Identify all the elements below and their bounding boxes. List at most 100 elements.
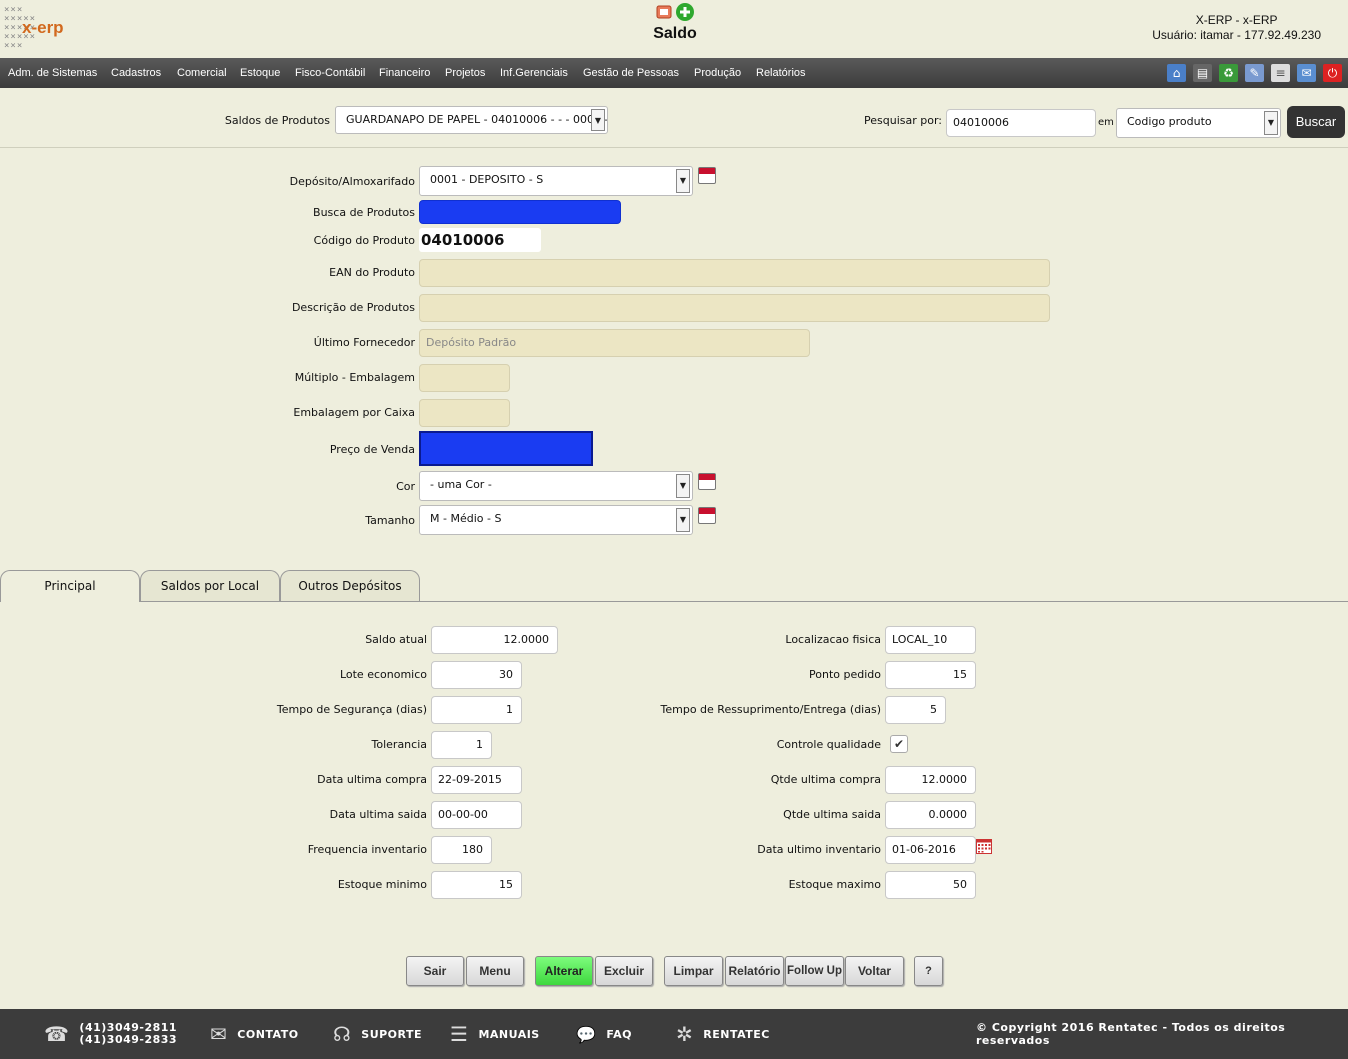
search-field-select[interactable]: Codigo produto ▼	[1116, 108, 1281, 138]
cor-select[interactable]: - uma Cor - ▼	[419, 471, 693, 501]
estoque-minimo-input[interactable]: 15	[431, 871, 522, 899]
localizacao-fisica-input[interactable]: LOCAL_10	[885, 626, 976, 654]
menu-relatorios[interactable]: Relatórios	[756, 67, 806, 79]
produtos-select[interactable]: GUARDANAPO DE PAPEL - 04010006 - - - 000…	[335, 106, 608, 134]
page-icons	[656, 2, 696, 27]
controle-qualidade-checkbox[interactable]: ✔	[890, 735, 908, 753]
pesquisar-label: Pesquisar por:	[864, 114, 942, 127]
limpar-button[interactable]: Limpar	[664, 956, 723, 986]
menu-projetos[interactable]: Projetos	[445, 67, 485, 79]
qtde-ultima-compra-input[interactable]: 12.0000	[885, 766, 976, 794]
qtde-ultima-compra-label: Qtde ultima compra	[770, 773, 881, 786]
faq-label: FAQ	[606, 1027, 633, 1041]
qtde-ultima-saida-label: Qtde ultima saida	[783, 808, 881, 821]
x-erp-logo[interactable]: ××× ××××× ××××× ××××× ××× x-erp	[4, 6, 64, 51]
help-button[interactable]: ?	[914, 956, 943, 986]
tamanho-select[interactable]: M - Médio - S ▼	[419, 505, 693, 535]
recycle-icon[interactable]: ♻	[1219, 64, 1238, 82]
buscar-button[interactable]: Buscar	[1287, 106, 1345, 138]
preco-venda-label: Preço de Venda	[329, 443, 415, 456]
busca-produtos-input[interactable]	[419, 200, 621, 224]
menu-adm-sistemas[interactable]: Adm. de Sistemas	[8, 67, 97, 79]
tab-saldos-por-local[interactable]: Saldos por Local	[140, 570, 280, 602]
rentatec-label: RENTATEC	[703, 1027, 770, 1041]
chevron-down-icon[interactable]: ▼	[676, 474, 690, 498]
footer-manuais[interactable]: ☰ MANUAIS	[450, 1009, 540, 1059]
menu-producao[interactable]: Produção	[694, 67, 741, 79]
em-label: em	[1098, 117, 1114, 128]
tempo-seguranca-input[interactable]: 1	[431, 696, 522, 724]
sair-button[interactable]: Sair	[406, 956, 464, 986]
tempo-ressuprimento-input[interactable]: 5	[885, 696, 946, 724]
data-ultima-compra-label: Data ultima compra	[317, 773, 427, 786]
preco-venda-input[interactable]	[419, 431, 593, 466]
tolerancia-input[interactable]: 1	[431, 731, 492, 759]
system-name: X-ERP - x-ERP	[1195, 13, 1278, 27]
print-icon[interactable]: ▤	[1193, 64, 1212, 82]
cor-label: Cor	[396, 480, 415, 493]
footer-contato[interactable]: ✉ CONTATO	[210, 1009, 299, 1059]
report-add-icon[interactable]	[656, 2, 696, 24]
menu-financeiro[interactable]: Financeiro	[379, 67, 430, 79]
tab-principal[interactable]: Principal	[0, 570, 140, 602]
embalagem-label: Embalagem por Caixa	[293, 406, 415, 419]
fornecedor-input[interactable]: Depósito Padrão	[419, 329, 810, 357]
phone-2: (41)3049-2833	[79, 1033, 178, 1046]
calendar-icon[interactable]	[698, 167, 716, 184]
deposito-select[interactable]: 0001 - DEPOSITO - S ▼	[419, 166, 693, 196]
menu-button[interactable]: Menu	[466, 956, 524, 986]
produtos-select-label: Saldos de Produtos	[224, 114, 330, 127]
home-icon[interactable]: ⌂	[1167, 64, 1186, 82]
menu-cadastros[interactable]: Cadastros	[111, 67, 161, 79]
logo-text: x-erp	[22, 18, 64, 37]
menu-estoque[interactable]: Estoque	[240, 67, 280, 79]
power-icon[interactable]: ⏻	[1323, 64, 1342, 82]
footer-rentatec[interactable]: ✲ RENTATEC	[676, 1009, 770, 1059]
embalagem-input[interactable]	[419, 399, 510, 427]
footer-faq[interactable]: 💬 FAQ	[576, 1009, 632, 1059]
lote-economico-input[interactable]: 30	[431, 661, 522, 689]
document-edit-icon[interactable]: ✎	[1245, 64, 1264, 82]
descricao-input[interactable]	[419, 294, 1050, 322]
menu-gestao-pessoas[interactable]: Gestão de Pessoas	[583, 67, 679, 79]
qtde-ultima-saida-input[interactable]: 0.0000	[885, 801, 976, 829]
chevron-down-icon[interactable]: ▼	[676, 508, 690, 532]
header: ××× ××××× ××××× ××××× ××× x-erp Saldo X-ERP …	[0, 0, 1348, 58]
deposito-label: Depósito/Almoxarifado	[289, 175, 415, 188]
document-icon[interactable]: ≡	[1271, 64, 1290, 82]
alterar-button[interactable]: Alterar	[535, 956, 593, 986]
follow-up-button[interactable]: Follow Up	[785, 956, 844, 986]
calendar-icon[interactable]	[698, 473, 716, 490]
main-menu: Adm. de Sistemas Cadastros Comercial Est…	[0, 58, 1348, 88]
footer-suporte[interactable]: ☊ SUPORTE	[333, 1009, 422, 1059]
estoque-maximo-input[interactable]: 50	[885, 871, 976, 899]
footer: ☎ (41)3049-2811 (41)3049-2833 ✉ CONTATO …	[0, 1009, 1348, 1059]
chevron-down-icon[interactable]: ▼	[676, 169, 690, 193]
relatorio-button[interactable]: Relatório	[725, 956, 784, 986]
pesquisar-input[interactable]: 04010006	[946, 109, 1096, 137]
chevron-down-icon[interactable]: ▼	[1264, 111, 1278, 135]
menu-fisco-contabil[interactable]: Fisco-Contábil	[295, 67, 365, 79]
ponto-pedido-input[interactable]: 15	[885, 661, 976, 689]
menu-comercial[interactable]: Comercial	[177, 67, 227, 79]
data-ultima-compra-input[interactable]: 22-09-2015	[431, 766, 522, 794]
tamanho-label: Tamanho	[365, 514, 415, 527]
calendar-icon[interactable]	[698, 507, 716, 524]
produtos-select-value: GUARDANAPO DE PAPEL - 04010006 - - - 000…	[346, 113, 608, 126]
data-ultima-saida-input[interactable]: 00-00-00	[431, 801, 522, 829]
codigo-produto-input[interactable]: 04010006	[419, 228, 541, 252]
busca-produtos-label: Busca de Produtos	[313, 206, 415, 219]
data-ultimo-inventario-input[interactable]: 01-06-2016	[885, 836, 976, 864]
saldo-atual-input[interactable]: 12.0000	[431, 626, 558, 654]
menu-inf-gerenciais[interactable]: Inf.Gerenciais	[500, 67, 568, 79]
multiplo-input[interactable]	[419, 364, 510, 392]
tab-outros-depositos[interactable]: Outros Depósitos	[280, 570, 420, 602]
chevron-down-icon[interactable]: ▼	[591, 109, 605, 131]
excluir-button[interactable]: Excluir	[595, 956, 653, 986]
frequencia-inventario-input[interactable]: 180	[431, 836, 492, 864]
calendar-icon[interactable]	[976, 839, 992, 854]
notes-icon[interactable]: ✉	[1297, 64, 1316, 82]
voltar-button[interactable]: Voltar	[845, 956, 904, 986]
ean-input[interactable]	[419, 259, 1050, 287]
books-icon: ☰	[450, 1022, 469, 1046]
